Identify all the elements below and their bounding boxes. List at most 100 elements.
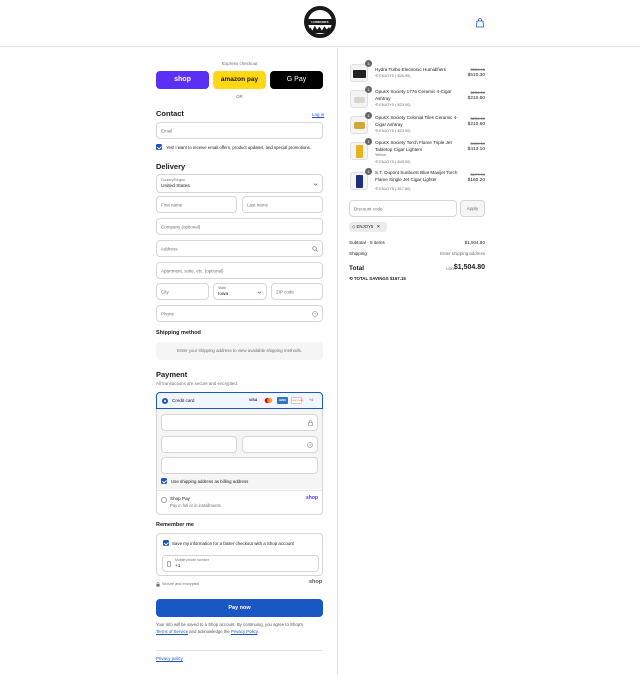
product-name: OpusX Society Colonial Tiles Ceramic 4-C… <box>375 115 458 127</box>
product-variant: Yellow <box>375 153 386 157</box>
shop-privacy-policy-link[interactable]: Privacy Policy <box>231 629 257 634</box>
last-name-field[interactable]: Last name <box>242 196 323 213</box>
logo-text: HUMIDORS <box>306 19 334 25</box>
shop-pay-option[interactable]: Shop Pay Pay in full or in installments … <box>157 490 322 514</box>
savings-label: TOTAL SAVINGS <box>353 276 389 281</box>
apartment-placeholder: Apartment, suite, etc. (optional) <box>161 268 224 273</box>
zip-field[interactable]: ZIP code <box>271 283 323 300</box>
card-form: ? Use shipping address as billing addres… <box>157 409 322 489</box>
footer-divider <box>156 650 323 651</box>
newsletter-checkbox[interactable] <box>156 144 162 150</box>
product-image <box>350 116 368 134</box>
subtotal-label: Subtotal · 5 items <box>349 240 385 245</box>
applied-code: ENJOY5 <box>356 224 374 229</box>
pay-now-button[interactable]: Pay now <box>156 599 323 617</box>
first-name-field[interactable]: First name <box>156 196 237 213</box>
state-select[interactable]: State Iowa <box>213 283 267 300</box>
product-image <box>350 90 368 108</box>
visa-icon: VISA <box>249 398 258 402</box>
shop-pay-logo: shop <box>306 495 318 501</box>
search-icon <box>312 246 318 252</box>
payment-subtitle: All transactions are secure and encrypte… <box>156 381 239 386</box>
billing-same-checkbox[interactable] <box>161 478 167 484</box>
security-code-field[interactable]: ? <box>242 436 318 453</box>
city-placeholder: City <box>161 289 169 294</box>
help-icon[interactable]: ? <box>307 442 313 448</box>
total-value: $1,504.80 <box>453 264 485 271</box>
country-label: Country/Region <box>161 178 186 182</box>
mastercard-icon <box>264 397 273 404</box>
product-discount: ⟲ ENJOY5 (-$17.80) <box>375 187 411 191</box>
discount-code-field[interactable]: Discount code <box>349 200 457 217</box>
secure-label: Secure and encrypted <box>162 582 200 586</box>
more-cards-count: +4 <box>309 398 314 402</box>
address-field[interactable]: Address <box>156 240 323 257</box>
product-price: $160.20 <box>467 178 485 183</box>
phone-field[interactable]: Phone ? <box>156 305 323 322</box>
lock-icon <box>156 582 160 587</box>
svg-text:?: ? <box>309 443 311 447</box>
express-checkout-label: Express checkout <box>222 61 258 66</box>
shipping-method-box: Enter your shipping address to view avai… <box>156 342 323 360</box>
applied-discount-tag: ◇ ENJOY5 ✕ <box>349 222 387 232</box>
product-original-price: $234.00 <box>470 90 485 95</box>
company-field[interactable]: Company (optional) <box>156 218 323 235</box>
chevron-down-icon <box>313 183 318 186</box>
card-number-field[interactable] <box>161 414 318 431</box>
address-placeholder: Address <box>161 246 178 251</box>
login-link[interactable]: Log in <box>312 112 324 117</box>
credit-card-radio[interactable] <box>162 398 168 404</box>
privacy-policy-link[interactable]: Privacy policy <box>156 656 183 661</box>
remove-discount-icon[interactable]: ✕ <box>376 224 380 229</box>
country-select[interactable]: Country/Region United States <box>156 174 323 193</box>
header: HUMIDORS <box>0 0 640 47</box>
mobile-phone-field[interactable]: Mobile phone number +1 <box>162 555 319 572</box>
mobile-phone-value: +1 <box>175 564 181 569</box>
save-info-checkbox[interactable] <box>163 540 169 546</box>
apply-button[interactable]: Apply <box>460 200 485 217</box>
shop-pay-button[interactable]: shop <box>156 71 209 89</box>
svg-text:?: ? <box>314 312 316 316</box>
city-field[interactable]: City <box>156 283 209 300</box>
credit-card-option[interactable]: Credit card VISA AMEX DISCOVER +4 <box>156 392 323 409</box>
help-icon[interactable]: ? <box>312 311 318 317</box>
zip-placeholder: ZIP code <box>276 289 294 294</box>
savings-icon: ⟲ <box>349 276 353 281</box>
legal-text-2: and acknowledge the <box>189 629 230 634</box>
shop-pay-sublabel: Pay in full or in installments <box>170 503 221 508</box>
amazon-pay-button[interactable]: amazon pay <box>213 71 266 89</box>
discount-code-placeholder: Discount code <box>354 206 383 211</box>
legal-text-end: . <box>257 629 259 634</box>
expiration-field[interactable] <box>161 436 237 453</box>
company-placeholder: Company (optional) <box>161 224 201 229</box>
store-logo[interactable]: HUMIDORS <box>304 6 336 38</box>
product-price: $210.60 <box>467 122 485 127</box>
delivery-title: Delivery <box>156 162 186 171</box>
name-on-card-field[interactable] <box>161 457 318 474</box>
chevron-down-icon <box>257 291 262 294</box>
product-name: OpusX Society 1776 Ceramic 4-Cigar Ashtr… <box>375 89 452 101</box>
total-label: Total <box>349 265 365 272</box>
credit-card-label: Credit card <box>172 398 195 403</box>
quantity-badge: 1 <box>365 112 372 119</box>
quantity-badge: 1 <box>365 138 372 145</box>
product-discount: ⟲ ENJOY5 (-$26.95) <box>375 74 411 78</box>
apartment-field[interactable]: Apartment, suite, etc. (optional) <box>156 262 323 279</box>
total-savings: ⟲ TOTAL SAVINGS $167.15 <box>349 276 406 282</box>
state-value: Iowa <box>218 292 229 297</box>
mobile-phone-label: Mobile phone number <box>175 558 209 562</box>
mobile-phone-icon <box>167 561 171 567</box>
legal-text-1: Your info will be saved to a Shop accoun… <box>156 622 304 627</box>
shop-pay-radio[interactable] <box>161 497 167 503</box>
lock-icon <box>308 420 313 426</box>
google-pay-button[interactable]: G Pay <box>270 71 323 89</box>
product-image <box>350 172 368 190</box>
shopping-bag-icon[interactable] <box>475 18 485 28</box>
savings-value: $167.15 <box>389 276 406 281</box>
or-divider: OR <box>236 94 243 99</box>
terms-of-service-link[interactable]: Terms of Service <box>156 629 188 634</box>
shop-logo: shop <box>309 579 323 585</box>
subtotal-value: $1,504.80 <box>464 240 485 245</box>
quantity-badge: 1 <box>365 86 372 93</box>
email-field[interactable]: Email <box>156 122 323 139</box>
